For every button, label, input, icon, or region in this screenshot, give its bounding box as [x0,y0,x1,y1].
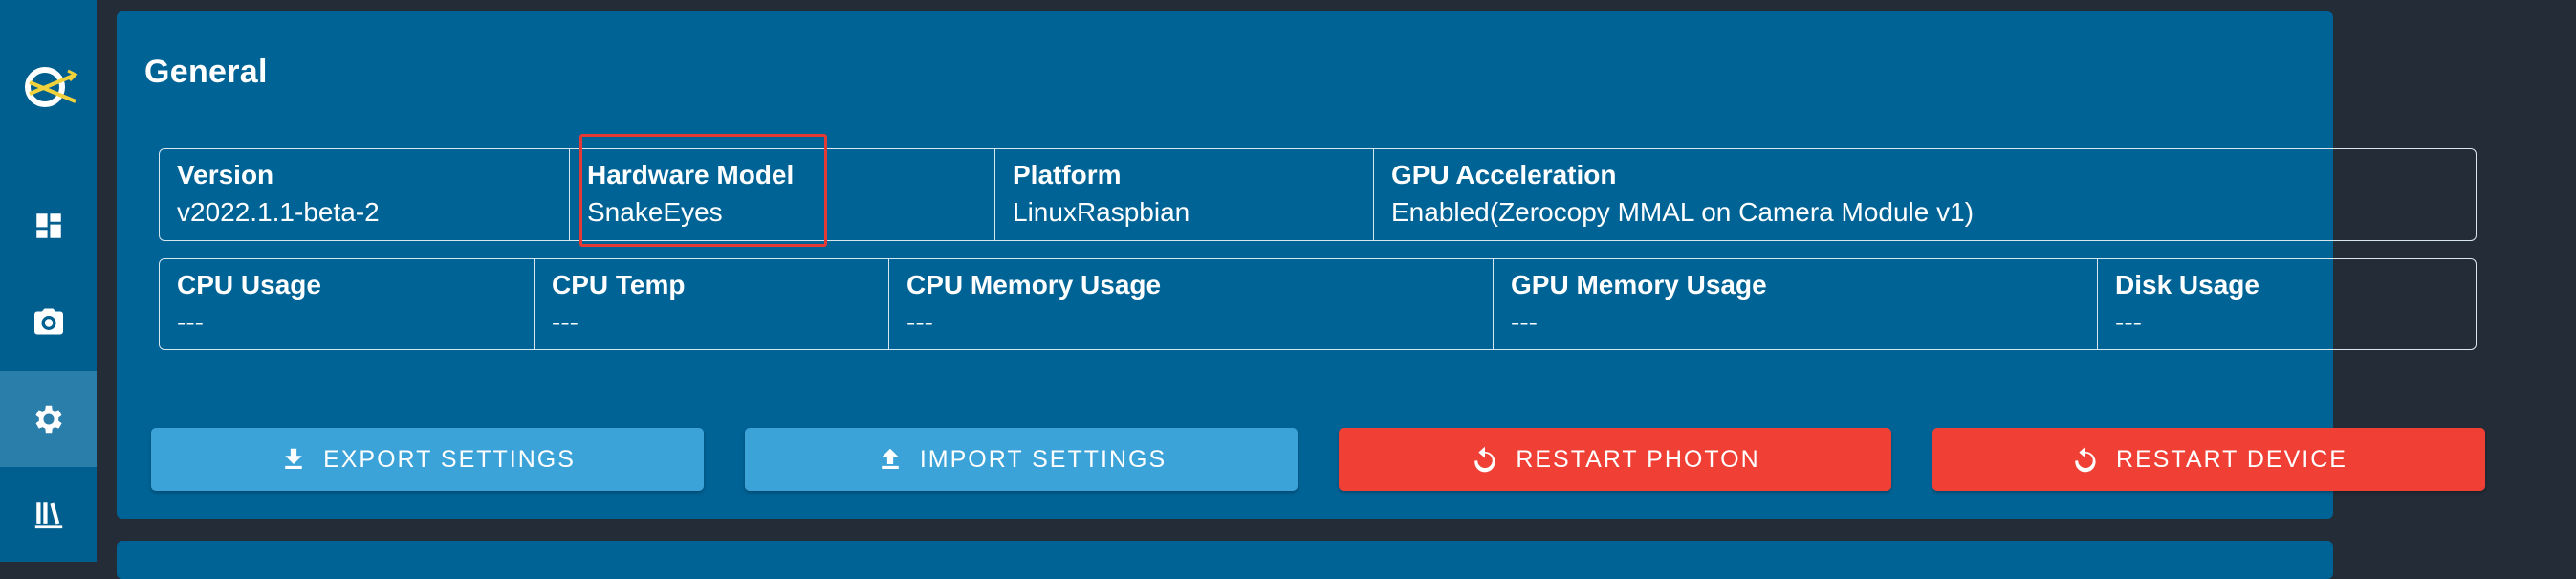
nav-settings[interactable] [0,371,97,467]
restart-photon-button[interactable]: RESTART PHOTON [1339,428,1891,491]
nav-dashboard[interactable] [0,178,97,274]
photonvision-logo-icon [25,67,78,107]
restart-icon [2070,444,2101,475]
cpu-temp-value: --- [552,307,579,337]
gpu-acceleration-value: Enabled(Zerocopy MMAL on Camera Module v… [1391,197,1975,227]
system-info-table: Version v2022.1.1-beta-2 Hardware Model … [159,148,2477,241]
platform-cell: Platform LinuxRaspbian [995,149,1374,240]
cpu-memory-usage-value: --- [906,307,933,337]
library-icon [34,502,62,529]
cpu-usage-cell: CPU Usage --- [160,259,535,349]
side-nav [0,0,97,562]
restart-icon [1470,444,1500,475]
cpu-usage-value: --- [177,307,204,337]
gear-icon [34,405,62,434]
version-value: v2022.1.1-beta-2 [177,197,380,227]
import-settings-button[interactable]: IMPORT SETTINGS [745,428,1298,491]
cpu-temp-cell: CPU Temp --- [535,259,889,349]
hardware-model-highlight [579,134,827,247]
gpu-memory-usage-cell: GPU Memory Usage --- [1494,259,2098,349]
dashboard-icon [35,213,61,238]
usage-stats-table: CPU Usage --- CPU Temp --- CPU Memory Us… [159,258,2477,350]
disk-usage-cell: Disk Usage --- [2098,259,2476,349]
platform-label: Platform [1013,160,1122,189]
version-cell: Version v2022.1.1-beta-2 [160,149,570,240]
restart-photon-label: RESTART PHOTON [1516,445,1760,473]
nav-docs[interactable] [0,467,97,563]
gpu-memory-usage-value: --- [1511,307,1538,337]
disk-usage-value: --- [2115,307,2142,337]
restart-device-label: RESTART DEVICE [2116,445,2347,473]
nav-cameras[interactable] [0,274,97,369]
next-card [117,541,2333,579]
cpu-memory-usage-label: CPU Memory Usage [906,270,1162,300]
camera-icon [33,308,63,335]
restart-device-button[interactable]: RESTART DEVICE [1932,428,2485,491]
upload-icon [876,445,905,474]
general-card: General Version v2022.1.1-beta-2 Hardwar… [117,11,2485,519]
cpu-usage-label: CPU Usage [177,270,321,300]
cpu-memory-usage-cell: CPU Memory Usage --- [889,259,1494,349]
export-settings-button[interactable]: EXPORT SETTINGS [151,428,704,491]
card-title: General [144,54,268,90]
cpu-temp-label: CPU Temp [552,270,686,300]
version-label: Version [177,160,274,189]
gpu-acceleration-cell: GPU Acceleration Enabled(Zerocopy MMAL o… [1374,149,2476,240]
export-settings-label: EXPORT SETTINGS [323,445,576,473]
platform-value: LinuxRaspbian [1013,197,1190,227]
gpu-acceleration-label: GPU Acceleration [1391,160,1617,189]
download-icon [279,445,308,474]
disk-usage-label: Disk Usage [2115,270,2259,300]
import-settings-label: IMPORT SETTINGS [919,445,1168,473]
gpu-memory-usage-label: GPU Memory Usage [1511,270,1767,300]
